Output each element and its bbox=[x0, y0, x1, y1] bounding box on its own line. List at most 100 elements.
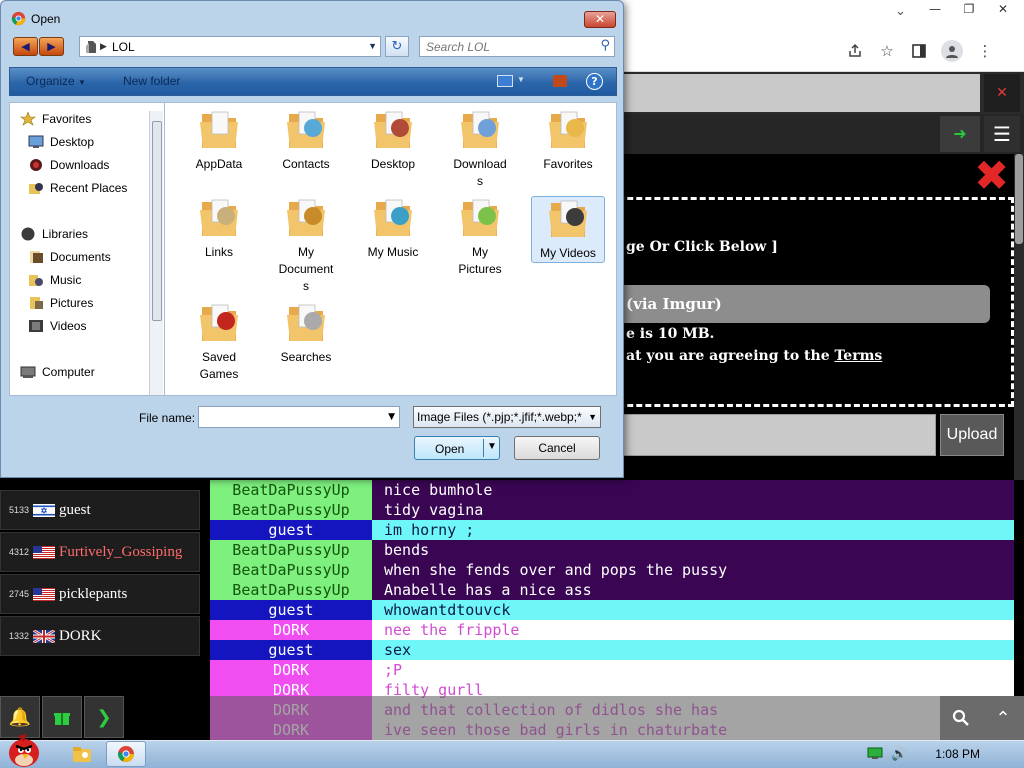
chat-message-author[interactable]: BeatDaPussyUp bbox=[210, 480, 372, 500]
user-name[interactable]: picklepants bbox=[59, 586, 127, 603]
chat-input-overlay[interactable] bbox=[210, 696, 1024, 740]
user-entry[interactable]: 2745 picklepants bbox=[0, 574, 200, 614]
file-name-combobox[interactable]: ▼ bbox=[198, 406, 400, 428]
file-type-select[interactable]: Image Files (*.pjp;*.jfif;*.webp;* ▼ bbox=[413, 406, 601, 428]
address-dropdown-icon[interactable]: ▼ bbox=[368, 41, 377, 51]
cancel-button[interactable]: Cancel bbox=[514, 436, 600, 460]
page-scrollbar-thumb[interactable] bbox=[1015, 154, 1023, 244]
user-name[interactable]: DORK bbox=[59, 628, 102, 645]
search-input[interactable] bbox=[420, 37, 590, 56]
start-button-angry-bird-icon[interactable] bbox=[4, 732, 44, 768]
user-entry[interactable]: 1332 DORK bbox=[0, 616, 200, 656]
user-entry[interactable]: 4312 Furtively_Gossiping bbox=[0, 532, 200, 572]
nav-item-label: Pictures bbox=[50, 296, 94, 310]
kebab-menu-icon[interactable]: ⋮ bbox=[975, 41, 995, 61]
nav-item-favorites[interactable]: Favorites bbox=[20, 111, 91, 126]
folder-item-my-pictures[interactable]: My Pictures bbox=[443, 196, 517, 278]
chat-message-author[interactable]: BeatDaPussyUp bbox=[210, 580, 372, 600]
nav-item-desktop[interactable]: Desktop bbox=[28, 135, 94, 149]
nav-item-libraries[interactable]: Libraries bbox=[20, 227, 88, 241]
chat-message-author[interactable]: BeatDaPussyUp bbox=[210, 500, 372, 520]
navigation-pane: Favorites Desktop Downloads Recent Places Li… bbox=[9, 102, 165, 396]
user-name[interactable]: Furtively_Gossiping bbox=[59, 544, 182, 561]
chevron-right-icon[interactable]: ❯ bbox=[84, 696, 124, 738]
chat-message-author[interactable]: guest bbox=[210, 640, 372, 660]
nav-item-videos[interactable]: Videos bbox=[28, 319, 86, 333]
search-magnifier-icon[interactable]: ⚲ bbox=[600, 38, 610, 53]
upload-url-input[interactable] bbox=[620, 414, 936, 456]
nav-item-documents[interactable]: Documents bbox=[28, 250, 111, 264]
user-count: 2745 bbox=[9, 589, 30, 599]
windows-explorer-taskbar-icon[interactable] bbox=[62, 741, 102, 767]
share-icon[interactable] bbox=[845, 41, 865, 61]
file-name-dropdown-icon[interactable]: ▼ bbox=[388, 412, 395, 422]
open-button[interactable]: Open ▼ bbox=[414, 436, 500, 460]
open-dropdown-icon[interactable]: ▼ bbox=[487, 441, 497, 452]
refresh-button[interactable]: ↻ bbox=[385, 36, 409, 57]
chrome-taskbar-icon[interactable] bbox=[106, 741, 146, 767]
preview-pane-icon[interactable] bbox=[553, 75, 567, 87]
folder-item-desktop[interactable]: Desktop bbox=[356, 108, 430, 173]
nav-pane-scrollbar-thumb[interactable] bbox=[152, 121, 162, 321]
network-icon[interactable] bbox=[867, 746, 883, 763]
organize-menu[interactable]: Organize ▼ bbox=[26, 74, 86, 88]
chat-message-author[interactable]: DORK bbox=[210, 620, 372, 640]
folder-item-downloads[interactable]: Download s bbox=[443, 108, 517, 190]
chat-message-author[interactable]: guest bbox=[210, 600, 372, 620]
folder-item-favorites[interactable]: Favorites bbox=[531, 108, 605, 173]
folder-item-saved-games[interactable]: Saved Games bbox=[182, 301, 256, 383]
profile-avatar[interactable] bbox=[941, 40, 963, 62]
chat-message-author[interactable]: DORK bbox=[210, 660, 372, 680]
terms-link[interactable]: Terms bbox=[834, 348, 882, 364]
bookmark-star-icon[interactable]: ☆ bbox=[877, 41, 897, 61]
hamburger-menu-icon[interactable]: ☰ bbox=[984, 116, 1020, 152]
folder-label-line-2: Pictures bbox=[458, 262, 502, 276]
breadcrumb-current[interactable]: LOL bbox=[112, 40, 135, 54]
search-box[interactable]: ⚲ bbox=[419, 36, 615, 57]
volume-icon[interactable]: 🔊 bbox=[891, 747, 907, 762]
restore-button[interactable]: ❐ bbox=[952, 0, 986, 18]
breadcrumb-arrow-icon[interactable]: ▶ bbox=[100, 41, 112, 52]
upload-button[interactable]: Upload bbox=[940, 414, 1004, 456]
taskbar-clock[interactable]: 1:08 PM bbox=[935, 747, 980, 761]
search-icon[interactable] bbox=[940, 696, 982, 740]
chevron-up-icon[interactable]: ⌃ bbox=[982, 696, 1024, 740]
side-panel-icon[interactable] bbox=[909, 41, 929, 61]
folder-item-contacts[interactable]: Contacts bbox=[269, 108, 343, 173]
folder-item-searches[interactable]: Searches bbox=[269, 301, 343, 366]
chat-message-author[interactable]: BeatDaPussyUp bbox=[210, 560, 372, 580]
folder-item-my-videos[interactable]: My Videos bbox=[531, 196, 605, 263]
folder-item-appdata[interactable]: AppData bbox=[182, 108, 256, 173]
new-folder-button[interactable]: New folder bbox=[123, 74, 180, 88]
user-entry[interactable]: 5133 guest bbox=[0, 490, 200, 530]
nav-item-pictures[interactable]: Pictures bbox=[28, 296, 93, 310]
close-icon[interactable]: ✕ bbox=[984, 74, 1020, 112]
nav-item-downloads[interactable]: Downloads bbox=[28, 158, 109, 172]
forward-button[interactable]: ▶ bbox=[39, 37, 64, 56]
nav-item-recent-places[interactable]: Recent Places bbox=[28, 181, 127, 195]
page-scrollbar[interactable] bbox=[1014, 154, 1024, 480]
chat-message-author[interactable]: BeatDaPussyUp bbox=[210, 540, 372, 560]
minimize-button[interactable]: — bbox=[918, 0, 952, 18]
folder-item-my-documents[interactable]: My Document s bbox=[269, 196, 343, 295]
folder-item-links[interactable]: Links bbox=[182, 196, 256, 261]
folder-item-my-music[interactable]: My Music bbox=[356, 196, 430, 261]
dialog-close-button[interactable]: ✕ bbox=[584, 11, 616, 28]
change-view-icon[interactable] bbox=[497, 75, 513, 87]
gift-icon[interactable] bbox=[42, 696, 82, 738]
close-window-button[interactable]: ✕ bbox=[986, 0, 1020, 18]
chat-message-author[interactable]: guest bbox=[210, 520, 372, 540]
close-upload-icon[interactable]: ✖ bbox=[974, 155, 1009, 197]
file-name-input[interactable] bbox=[199, 407, 379, 427]
address-bar[interactable]: ▶ LOL ▼ bbox=[79, 36, 381, 57]
login-icon[interactable]: ➜ bbox=[940, 116, 980, 152]
tab-search-chevron-icon[interactable]: ⌄ bbox=[895, 4, 906, 19]
nav-pane-scrollbar[interactable] bbox=[149, 111, 163, 395]
nav-item-computer[interactable]: Computer bbox=[20, 365, 95, 379]
nav-item-music[interactable]: Music bbox=[28, 273, 81, 287]
view-dropdown-icon[interactable]: ▼ bbox=[517, 75, 525, 84]
pictures-icon bbox=[28, 296, 44, 310]
help-icon[interactable]: ? bbox=[586, 73, 603, 90]
user-name[interactable]: guest bbox=[59, 502, 91, 519]
back-button[interactable]: ◀ bbox=[13, 37, 38, 56]
